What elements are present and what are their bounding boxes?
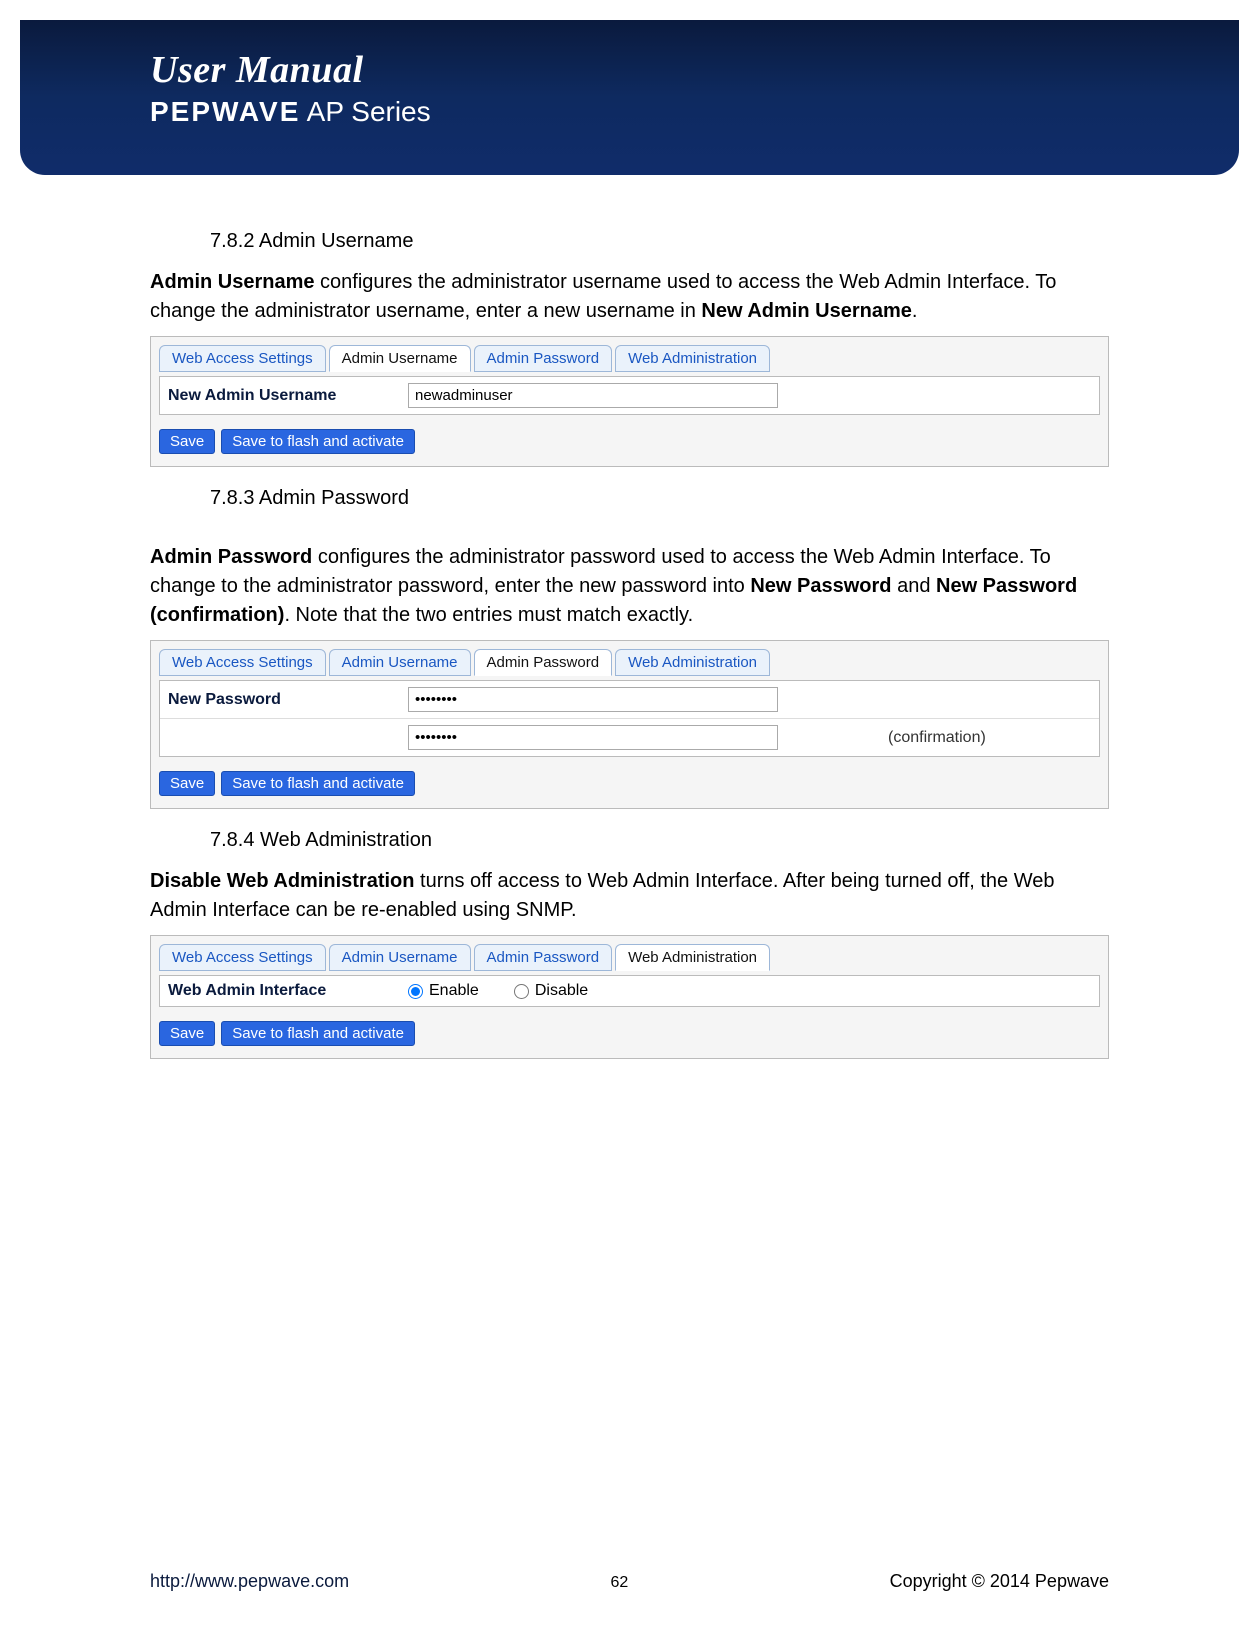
doc-title: User Manual	[150, 48, 1239, 92]
tab-admin-password[interactable]: Admin Password	[474, 649, 613, 676]
save-flash-button[interactable]: Save to flash and activate	[221, 771, 415, 796]
save-button[interactable]: Save	[159, 1021, 215, 1046]
section-heading-782: 7.8.2 Admin Username	[210, 230, 1109, 253]
new-password-confirm-input[interactable]	[408, 725, 778, 750]
new-admin-username-row: New Admin Username	[160, 377, 1099, 414]
tab-admin-username[interactable]: Admin Username	[329, 345, 471, 372]
series-name: AP Series	[300, 96, 430, 127]
new-password-confirm-row: (confirmation)	[160, 719, 1099, 756]
tab-admin-password[interactable]: Admin Password	[474, 944, 613, 971]
document-header: User Manual PEPWAVE AP Series	[20, 20, 1239, 175]
para-bold-admin-username: Admin Username	[150, 271, 315, 293]
web-administration-panel: Web Access Settings Admin Username Admin…	[150, 935, 1109, 1059]
brand-name: PEPWAVE	[150, 96, 300, 127]
footer-copyright: Copyright © 2014 Pepwave	[890, 1571, 1109, 1592]
tabs-row-2: Web Access Settings Admin Username Admin…	[159, 649, 1100, 676]
tab-web-access-settings[interactable]: Web Access Settings	[159, 944, 326, 971]
doc-subtitle: PEPWAVE AP Series	[150, 96, 1239, 128]
new-password-input[interactable]	[408, 687, 778, 712]
disable-radio[interactable]	[514, 984, 529, 999]
web-admin-interface-row: Web Admin Interface Enable Disable	[160, 976, 1099, 1006]
disable-text: Disable	[535, 982, 588, 1000]
save-button[interactable]: Save	[159, 771, 215, 796]
enable-text: Enable	[429, 982, 479, 1000]
save-button[interactable]: Save	[159, 429, 215, 454]
admin-password-panel: Web Access Settings Admin Username Admin…	[150, 640, 1109, 809]
tab-admin-password[interactable]: Admin Password	[474, 345, 613, 372]
footer-url: http://www.pepwave.com	[150, 1571, 349, 1592]
tab-web-administration[interactable]: Web Administration	[615, 345, 770, 372]
section-heading-784: 7.8.4 Web Administration	[210, 829, 1109, 852]
tabs-row-3: Web Access Settings Admin Username Admin…	[159, 944, 1100, 971]
para-bold-new-admin-username: New Admin Username	[701, 300, 911, 322]
section-para-783: Admin Password configures the administra…	[150, 543, 1109, 630]
page-footer: http://www.pepwave.com 62 Copyright © 20…	[0, 1571, 1259, 1592]
section-para-782: Admin Username configures the administra…	[150, 268, 1109, 326]
new-admin-username-label: New Admin Username	[168, 387, 408, 405]
tab-web-access-settings[interactable]: Web Access Settings	[159, 649, 326, 676]
section-para-784: Disable Web Administration turns off acc…	[150, 867, 1109, 925]
disable-radio-label[interactable]: Disable	[514, 982, 588, 1000]
enable-radio[interactable]	[408, 984, 423, 999]
tab-admin-username[interactable]: Admin Username	[329, 944, 471, 971]
enable-radio-label[interactable]: Enable	[408, 982, 479, 1000]
para-bold-admin-password: Admin Password	[150, 546, 312, 568]
tab-web-administration[interactable]: Web Administration	[615, 649, 770, 676]
web-admin-interface-label: Web Admin Interface	[168, 982, 408, 1000]
tab-web-administration[interactable]: Web Administration	[615, 944, 770, 971]
tab-web-access-settings[interactable]: Web Access Settings	[159, 345, 326, 372]
tabs-row-1: Web Access Settings Admin Username Admin…	[159, 345, 1100, 372]
confirmation-suffix: (confirmation)	[888, 729, 986, 747]
section-heading-783: 7.8.3 Admin Password	[210, 487, 1109, 510]
tab-admin-username[interactable]: Admin Username	[329, 649, 471, 676]
admin-username-panel: Web Access Settings Admin Username Admin…	[150, 336, 1109, 467]
new-password-row: New Password	[160, 681, 1099, 719]
para-bold-disable-web-admin: Disable Web Administration	[150, 870, 414, 892]
footer-page-number: 62	[610, 1574, 628, 1592]
save-flash-button[interactable]: Save to flash and activate	[221, 1021, 415, 1046]
para-bold-new-password: New Password	[750, 575, 891, 597]
new-password-label: New Password	[168, 691, 408, 709]
save-flash-button[interactable]: Save to flash and activate	[221, 429, 415, 454]
new-admin-username-input[interactable]	[408, 383, 778, 408]
